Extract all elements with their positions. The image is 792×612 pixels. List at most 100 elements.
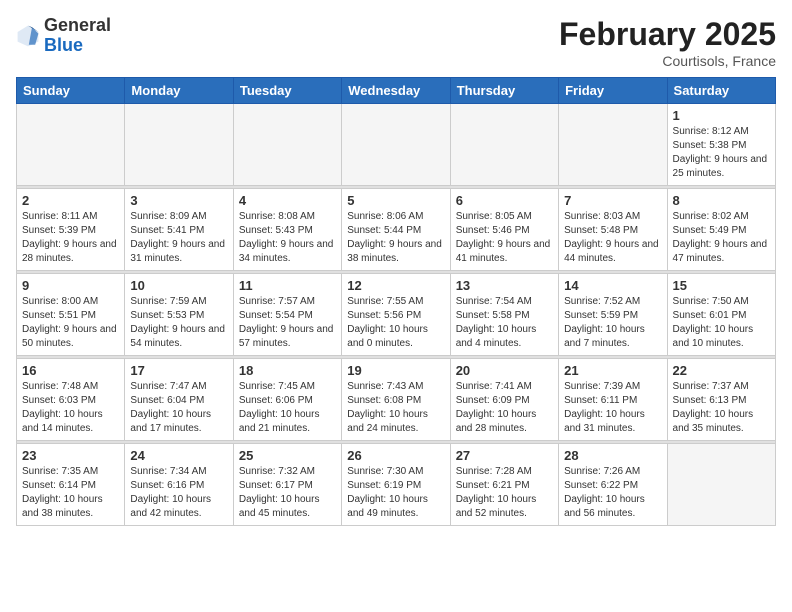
day-number: 9 — [22, 278, 119, 293]
day-info: Sunrise: 7:26 AM Sunset: 6:22 PM Dayligh… — [564, 465, 661, 521]
day-number: 7 — [564, 193, 661, 208]
day-number: 27 — [456, 448, 553, 463]
day-info: Sunrise: 7:37 AM Sunset: 6:13 PM Dayligh… — [673, 380, 770, 436]
day-info: Sunrise: 8:11 AM Sunset: 5:39 PM Dayligh… — [22, 210, 119, 266]
day-info: Sunrise: 7:41 AM Sunset: 6:09 PM Dayligh… — [456, 380, 553, 436]
day-number: 4 — [239, 193, 336, 208]
calendar-week-1: 1 Sunrise: 8:12 AM Sunset: 5:38 PM Daylig… — [17, 104, 776, 186]
calendar-week-2: 2 Sunrise: 8:11 AM Sunset: 5:39 PM Daylig… — [17, 189, 776, 271]
day-number: 20 — [456, 363, 553, 378]
logo-general-text: General — [44, 15, 111, 35]
day-number: 22 — [673, 363, 770, 378]
day-number: 8 — [673, 193, 770, 208]
calendar-header-friday: Friday — [559, 78, 667, 104]
day-info: Sunrise: 7:47 AM Sunset: 6:04 PM Dayligh… — [130, 380, 227, 436]
calendar-table: SundayMondayTuesdayWednesdayThursdayFrid… — [16, 77, 776, 526]
calendar-cell: 28 Sunrise: 7:26 AM Sunset: 6:22 PM Dayli… — [559, 444, 667, 526]
day-info: Sunrise: 8:02 AM Sunset: 5:49 PM Dayligh… — [673, 210, 770, 266]
calendar-cell: 21Sunrise: 7:39 AM Sunset: 6:11 PM Dayli… — [559, 359, 667, 441]
day-number: 26 — [347, 448, 444, 463]
day-number: 3 — [130, 193, 227, 208]
calendar-cell — [342, 104, 450, 186]
calendar-cell: 27 Sunrise: 7:28 AM Sunset: 6:21 PM Dayli… — [450, 444, 558, 526]
day-number: 11 — [239, 278, 336, 293]
day-info: Sunrise: 8:00 AM Sunset: 5:51 PM Dayligh… — [22, 295, 119, 351]
day-info: Sunrise: 8:08 AM Sunset: 5:43 PM Dayligh… — [239, 210, 336, 266]
day-number: 19 — [347, 363, 444, 378]
calendar-cell — [450, 104, 558, 186]
day-number: 25 — [239, 448, 336, 463]
calendar-cell: 14 Sunrise: 7:52 AM Sunset: 5:59 PM Dayli… — [559, 274, 667, 356]
calendar-cell — [233, 104, 341, 186]
day-number: 15 — [673, 278, 770, 293]
day-info: Sunrise: 7:59 AM Sunset: 5:53 PM Dayligh… — [130, 295, 227, 351]
day-info: Sunrise: 8:12 AM Sunset: 5:38 PM Dayligh… — [673, 125, 770, 181]
calendar-cell: 13 Sunrise: 7:54 AM Sunset: 5:58 PM Dayli… — [450, 274, 558, 356]
logo: General Blue — [16, 16, 111, 56]
location: Courtisols, France — [559, 53, 776, 69]
title-block: February 2025 Courtisols, France — [559, 16, 776, 69]
calendar-cell: 12 Sunrise: 7:55 AM Sunset: 5:56 PM Dayli… — [342, 274, 450, 356]
calendar-cell: 25 Sunrise: 7:32 AM Sunset: 6:17 PM Dayli… — [233, 444, 341, 526]
day-number: 14 — [564, 278, 661, 293]
calendar-cell: 3 Sunrise: 8:09 AM Sunset: 5:41 PM Daylig… — [125, 189, 233, 271]
day-info: Sunrise: 8:06 AM Sunset: 5:44 PM Dayligh… — [347, 210, 444, 266]
calendar-cell: 22 Sunrise: 7:37 AM Sunset: 6:13 PM Dayli… — [667, 359, 775, 441]
calendar-cell: 7 Sunrise: 8:03 AM Sunset: 5:48 PM Daylig… — [559, 189, 667, 271]
day-info: Sunrise: 8:03 AM Sunset: 5:48 PM Dayligh… — [564, 210, 661, 266]
page-header: General Blue February 2025 Courtisols, F… — [16, 16, 776, 69]
calendar-cell: 8 Sunrise: 8:02 AM Sunset: 5:49 PM Daylig… — [667, 189, 775, 271]
day-number: 17 — [130, 363, 227, 378]
day-info: Sunrise: 7:28 AM Sunset: 6:21 PM Dayligh… — [456, 465, 553, 521]
day-number: 28 — [564, 448, 661, 463]
calendar-cell: 16Sunrise: 7:48 AM Sunset: 6:03 PM Dayli… — [17, 359, 125, 441]
calendar-cell: 6Sunrise: 8:05 AM Sunset: 5:46 PM Daylig… — [450, 189, 558, 271]
calendar-cell: 11 Sunrise: 7:57 AM Sunset: 5:54 PM Dayli… — [233, 274, 341, 356]
day-info: Sunrise: 7:55 AM Sunset: 5:56 PM Dayligh… — [347, 295, 444, 351]
day-number: 12 — [347, 278, 444, 293]
day-info: Sunrise: 8:09 AM Sunset: 5:41 PM Dayligh… — [130, 210, 227, 266]
day-info: Sunrise: 7:35 AM Sunset: 6:14 PM Dayligh… — [22, 465, 119, 521]
calendar-cell: 10 Sunrise: 7:59 AM Sunset: 5:53 PM Dayli… — [125, 274, 233, 356]
calendar-cell: 19 Sunrise: 7:43 AM Sunset: 6:08 PM Dayli… — [342, 359, 450, 441]
calendar-cell: 20 Sunrise: 7:41 AM Sunset: 6:09 PM Dayli… — [450, 359, 558, 441]
calendar-cell: 18 Sunrise: 7:45 AM Sunset: 6:06 PM Dayli… — [233, 359, 341, 441]
logo-blue-text: Blue — [44, 35, 83, 55]
calendar-cell — [667, 444, 775, 526]
calendar-cell: 2 Sunrise: 8:11 AM Sunset: 5:39 PM Daylig… — [17, 189, 125, 271]
day-info: Sunrise: 7:43 AM Sunset: 6:08 PM Dayligh… — [347, 380, 444, 436]
calendar-cell: 15 Sunrise: 7:50 AM Sunset: 6:01 PM Dayli… — [667, 274, 775, 356]
day-number: 21 — [564, 363, 661, 378]
day-info: Sunrise: 7:50 AM Sunset: 6:01 PM Dayligh… — [673, 295, 770, 351]
day-number: 18 — [239, 363, 336, 378]
calendar-header-sunday: Sunday — [17, 78, 125, 104]
day-number: 16 — [22, 363, 119, 378]
calendar-header-row: SundayMondayTuesdayWednesdayThursdayFrid… — [17, 78, 776, 104]
day-number: 24 — [130, 448, 227, 463]
day-number: 13 — [456, 278, 553, 293]
calendar-cell — [559, 104, 667, 186]
calendar-cell: 23 Sunrise: 7:35 AM Sunset: 6:14 PM Dayli… — [17, 444, 125, 526]
day-number: 1 — [673, 108, 770, 123]
day-info: Sunrise: 7:54 AM Sunset: 5:58 PM Dayligh… — [456, 295, 553, 351]
calendar-cell: 1 Sunrise: 8:12 AM Sunset: 5:38 PM Daylig… — [667, 104, 775, 186]
calendar-cell — [125, 104, 233, 186]
calendar-cell: 5 Sunrise: 8:06 AM Sunset: 5:44 PM Daylig… — [342, 189, 450, 271]
day-info: Sunrise: 7:52 AM Sunset: 5:59 PM Dayligh… — [564, 295, 661, 351]
day-number: 6 — [456, 193, 553, 208]
calendar-header-saturday: Saturday — [667, 78, 775, 104]
day-number: 10 — [130, 278, 227, 293]
day-info: Sunrise: 7:57 AM Sunset: 5:54 PM Dayligh… — [239, 295, 336, 351]
calendar-week-4: 16Sunrise: 7:48 AM Sunset: 6:03 PM Dayli… — [17, 359, 776, 441]
day-number: 23 — [22, 448, 119, 463]
calendar-header-monday: Monday — [125, 78, 233, 104]
calendar-week-5: 23 Sunrise: 7:35 AM Sunset: 6:14 PM Dayli… — [17, 444, 776, 526]
calendar-header-thursday: Thursday — [450, 78, 558, 104]
calendar-week-3: 9 Sunrise: 8:00 AM Sunset: 5:51 PM Daylig… — [17, 274, 776, 356]
day-info: Sunrise: 7:45 AM Sunset: 6:06 PM Dayligh… — [239, 380, 336, 436]
day-number: 2 — [22, 193, 119, 208]
calendar-header-wednesday: Wednesday — [342, 78, 450, 104]
day-info: Sunrise: 7:30 AM Sunset: 6:19 PM Dayligh… — [347, 465, 444, 521]
day-number: 5 — [347, 193, 444, 208]
day-info: Sunrise: 7:32 AM Sunset: 6:17 PM Dayligh… — [239, 465, 336, 521]
